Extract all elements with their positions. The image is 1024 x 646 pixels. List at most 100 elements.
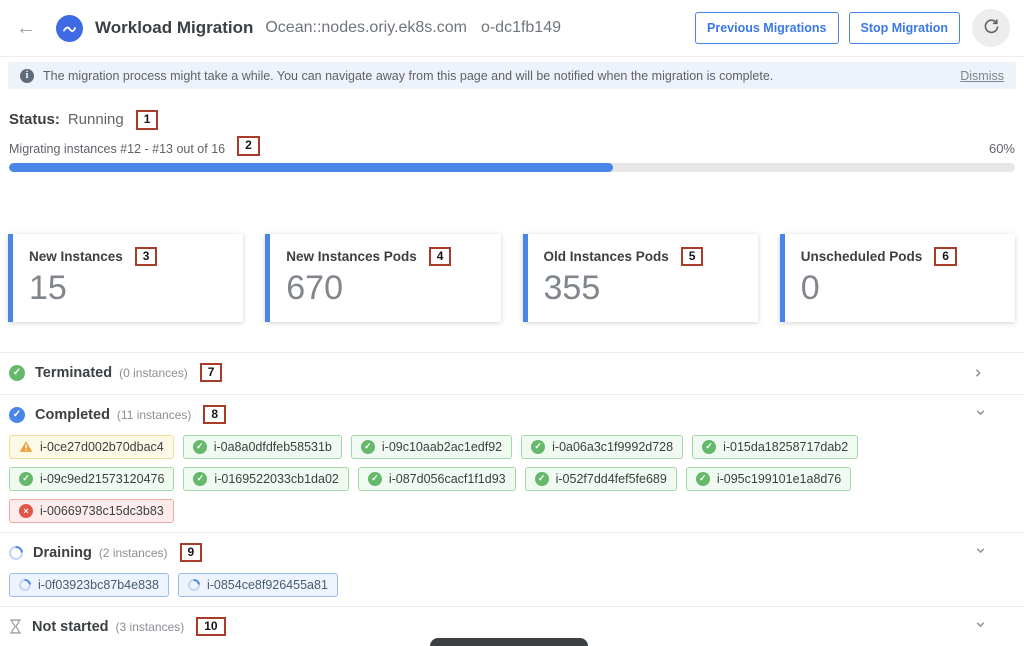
instance-chip[interactable]: ✓ i-052f7dd4fef5fe689 [525, 467, 677, 491]
instance-id: i-087d056cacf1f1d93 [389, 472, 506, 486]
success-icon: ✓ [531, 440, 545, 454]
instance-id: i-00669738c15dc3b83 [40, 504, 164, 518]
instance-chip[interactable]: ✓ i-095c199101e1a8d76 [686, 467, 851, 491]
card-value: 670 [286, 270, 484, 307]
instance-chip[interactable]: ✓i-015da18258717dab2 [692, 435, 858, 459]
annotation-box-2: 2 [237, 136, 260, 156]
instance-id: i-0a8a0dfdfeb58531b [214, 440, 332, 454]
chips-draining: i-0f03923bc87b4e838 i-0854ce8f926455a81 [9, 573, 1015, 597]
info-icon: i [20, 69, 34, 83]
annotation-box-7: 7 [200, 363, 223, 383]
workload-migration-page: ← Workload Migration Ocean::nodes.oriy.e… [0, 0, 1024, 646]
success-icon: ✓ [193, 472, 207, 486]
instance-chip[interactable]: i-0854ce8f926455a81 [178, 573, 338, 597]
card-value: 0 [801, 270, 999, 307]
card-unscheduled-pods: Unscheduled Pods 6 0 [780, 234, 1015, 322]
progress-bar [9, 163, 1015, 172]
instance-chip[interactable]: ✓i-09c9ed21573120476 [9, 467, 174, 491]
page-header: ← Workload Migration Ocean::nodes.oriy.e… [0, 0, 1024, 57]
success-icon: ✓ [361, 440, 375, 454]
chevron-down-icon[interactable] [974, 406, 987, 424]
ocean-logo-icon [56, 15, 83, 42]
chevron-right-icon[interactable] [972, 366, 990, 379]
success-icon: ✓ [535, 472, 549, 486]
stat-cards: New Instances 3 15 New Instances Pods 4 … [8, 234, 1015, 322]
check-circle-green-icon: ✓ [9, 365, 25, 381]
card-value: 355 [544, 270, 742, 307]
section-title: Completed [35, 407, 110, 423]
card-old-instances-pods: Old Instances Pods 5 355 [523, 234, 758, 322]
instance-chip[interactable]: ✓ i-087d056cacf1f1d93 [358, 467, 516, 491]
section-count: (3 instances) [116, 620, 185, 634]
chips-completed: i-0ce27d002b70dbac4✓i-0a8a0dfdfeb58531b✓… [9, 435, 1015, 523]
spinner-icon [6, 543, 26, 563]
spinner-icon [17, 576, 34, 593]
success-icon: ✓ [702, 440, 716, 454]
status-block: Status: Running 1 Migrating instances #1… [0, 110, 1024, 172]
annotation-box-4: 4 [429, 247, 452, 267]
section-title: Draining [33, 545, 92, 561]
section-terminated: ✓ Terminated (0 instances) 7 [0, 352, 1024, 394]
dismiss-link[interactable]: Dismiss [960, 69, 1004, 83]
spinner-icon [186, 576, 203, 593]
instance-chip[interactable]: × i-00669738c15dc3b83 [9, 499, 174, 523]
refresh-icon [982, 17, 1001, 39]
card-title: New Instances [29, 249, 123, 264]
instance-chip[interactable]: ✓i-0a06a3c1f9992d728 [521, 435, 683, 459]
success-icon: ✓ [193, 440, 207, 454]
stop-migration-button[interactable]: Stop Migration [849, 12, 961, 44]
section-count: (0 instances) [119, 366, 188, 380]
instance-id: i-09c9ed21573120476 [40, 472, 164, 486]
instance-chip[interactable]: i-0ce27d002b70dbac4 [9, 435, 174, 459]
migrating-text: Migrating instances #12 - #13 out of 16 [9, 142, 225, 156]
annotation-box-8: 8 [203, 405, 226, 425]
instance-chip[interactable]: i-0f03923bc87b4e838 [9, 573, 169, 597]
annotation-box-9: 9 [180, 543, 203, 563]
success-icon: ✓ [368, 472, 382, 486]
card-value: 15 [29, 270, 227, 307]
instance-id: i-095c199101e1a8d76 [717, 472, 841, 486]
instance-id: i-0f03923bc87b4e838 [38, 578, 159, 592]
annotation-box-3: 3 [135, 247, 158, 267]
instance-id: i-052f7dd4fef5fe689 [556, 472, 667, 486]
cluster-id: o-dc1fb149 [481, 19, 561, 37]
section-title: Terminated [35, 365, 112, 381]
annotation-box-5: 5 [681, 247, 704, 267]
instance-chip[interactable]: ✓ i-0a8a0dfdfeb58531b [183, 435, 342, 459]
section-count: (11 instances) [117, 408, 191, 422]
migration-sections: ✓ Terminated (0 instances) 7 ✓ Completed… [0, 352, 1024, 646]
instance-id: i-0169522033cb1da02 [214, 472, 338, 486]
refresh-button[interactable] [972, 9, 1010, 47]
hourglass-icon [9, 619, 22, 634]
check-circle-blue-icon: ✓ [9, 407, 25, 423]
section-header-not-started[interactable]: Not started (3 instances) 10 [9, 615, 1015, 639]
chevron-down-icon[interactable] [974, 618, 987, 636]
section-count: (2 instances) [99, 546, 168, 560]
error-icon: × [19, 504, 33, 518]
partial-tooltip [430, 638, 588, 646]
section-completed: ✓ Completed (11 instances) 8 i-0ce27d002… [0, 394, 1024, 532]
banner-text: The migration process might take a while… [43, 69, 773, 83]
page-title: Workload Migration [95, 18, 253, 38]
card-title: New Instances Pods [286, 249, 417, 264]
back-arrow-icon[interactable]: ← [10, 17, 42, 40]
instance-chip[interactable]: ✓ i-09c10aab2ac1edf92 [351, 435, 512, 459]
section-header-terminated[interactable]: ✓ Terminated (0 instances) 7 [9, 361, 1015, 385]
card-new-instances-pods: New Instances Pods 4 670 [265, 234, 500, 322]
instance-id: i-09c10aab2ac1edf92 [382, 440, 502, 454]
section-title: Not started [32, 619, 109, 635]
progress-fill [9, 163, 613, 172]
section-draining: Draining (2 instances) 9 i-0f03923bc87b4… [0, 532, 1024, 606]
success-icon: ✓ [696, 472, 710, 486]
instance-id: i-0ce27d002b70dbac4 [40, 440, 164, 454]
instance-chip[interactable]: ✓ i-0169522033cb1da02 [183, 467, 348, 491]
status-label: Status: [9, 111, 60, 128]
card-title: Unscheduled Pods [801, 249, 923, 264]
card-title: Old Instances Pods [544, 249, 669, 264]
card-new-instances: New Instances 3 15 [8, 234, 243, 322]
chevron-down-icon[interactable] [974, 544, 987, 562]
previous-migrations-button[interactable]: Previous Migrations [695, 12, 838, 44]
section-header-completed[interactable]: ✓ Completed (11 instances) 8 [9, 403, 1015, 427]
progress-percent: 60% [989, 141, 1015, 156]
section-header-draining[interactable]: Draining (2 instances) 9 [9, 541, 1015, 565]
